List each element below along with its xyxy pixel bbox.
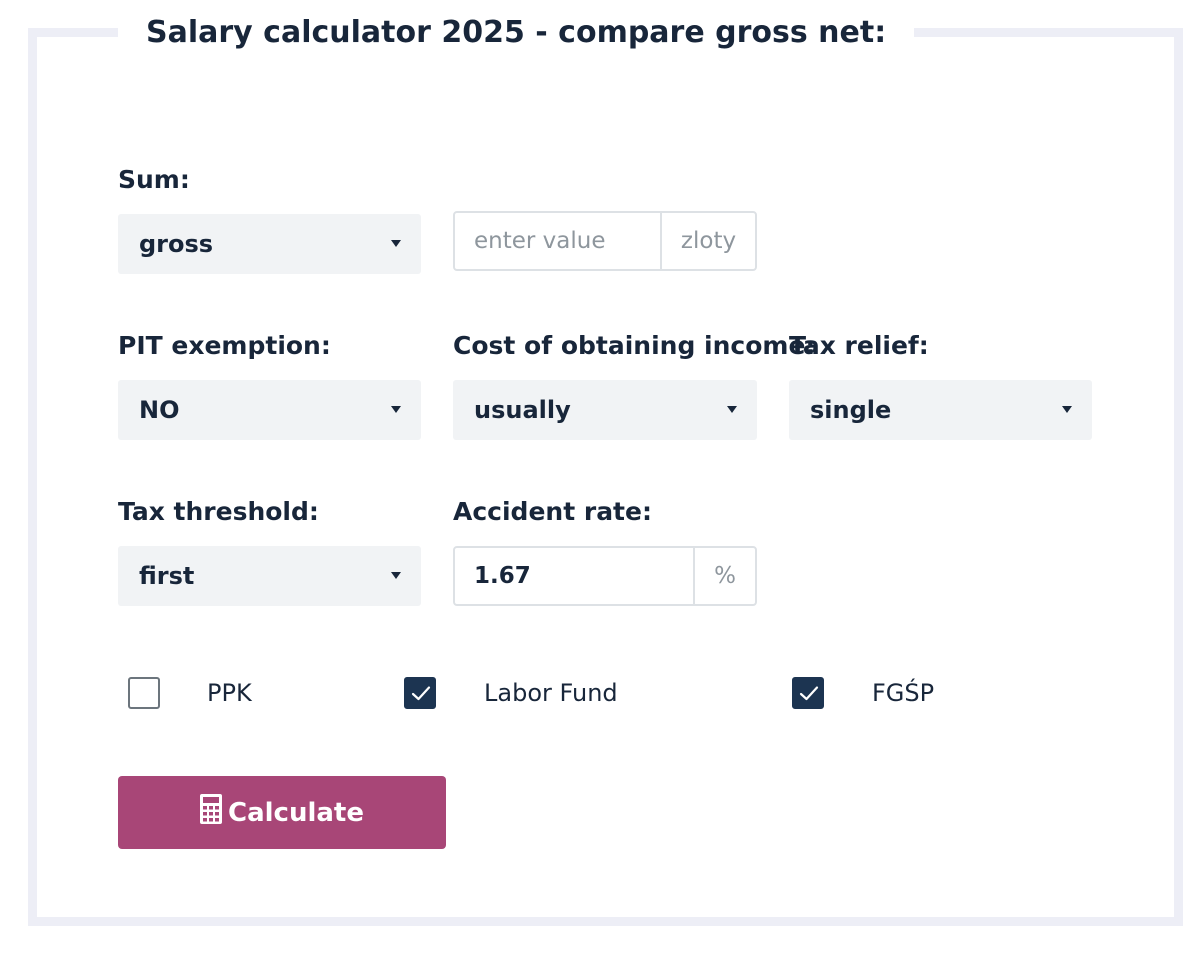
tax-threshold-label: Tax threshold: — [118, 497, 319, 526]
caret-down-icon — [727, 406, 737, 413]
checkmark-icon — [411, 686, 431, 701]
fgsp-checkbox[interactable] — [792, 677, 824, 709]
tax-relief-select[interactable]: single — [789, 380, 1092, 440]
pit-exemption-label: PIT exemption: — [118, 331, 331, 360]
sum-type-select[interactable]: gross — [118, 214, 421, 274]
caret-down-icon — [391, 572, 401, 579]
percent-addon: % — [693, 548, 755, 604]
accident-rate-label: Accident rate: — [453, 497, 652, 526]
ppk-label: PPK — [207, 679, 252, 707]
cost-of-income-label: Cost of obtaining income: — [453, 331, 816, 360]
amount-input-group: zloty — [453, 211, 757, 271]
labor-fund-checkbox[interactable] — [404, 677, 436, 709]
caret-down-icon — [391, 406, 401, 413]
cost-of-income-value: usually — [474, 396, 571, 424]
checkmark-icon — [799, 686, 819, 701]
accident-rate-input-group: % — [453, 546, 757, 606]
calculate-button[interactable]: Calculate — [118, 776, 446, 849]
calculator-icon — [200, 794, 222, 831]
page-title: Salary calculator 2025 - compare gross n… — [118, 12, 915, 54]
calculate-button-label: Calculate — [228, 797, 364, 828]
currency-addon: zloty — [660, 213, 755, 269]
pit-exemption-select[interactable]: NO — [118, 380, 421, 440]
amount-input[interactable] — [455, 213, 660, 269]
tax-threshold-value: first — [139, 562, 195, 590]
tax-relief-value: single — [810, 396, 892, 424]
labor-fund-label: Labor Fund — [484, 679, 618, 707]
sum-label: Sum: — [118, 165, 190, 194]
pit-exemption-value: NO — [139, 396, 180, 424]
ppk-checkbox[interactable] — [128, 677, 160, 709]
caret-down-icon — [391, 240, 401, 247]
cost-of-income-select[interactable]: usually — [453, 380, 757, 440]
caret-down-icon — [1062, 406, 1072, 413]
sum-type-value: gross — [139, 230, 214, 258]
accident-rate-input[interactable] — [455, 548, 693, 604]
fgsp-label: FGŚP — [872, 679, 935, 707]
tax-relief-label: Tax relief: — [789, 331, 929, 360]
tax-threshold-select[interactable]: first — [118, 546, 421, 606]
